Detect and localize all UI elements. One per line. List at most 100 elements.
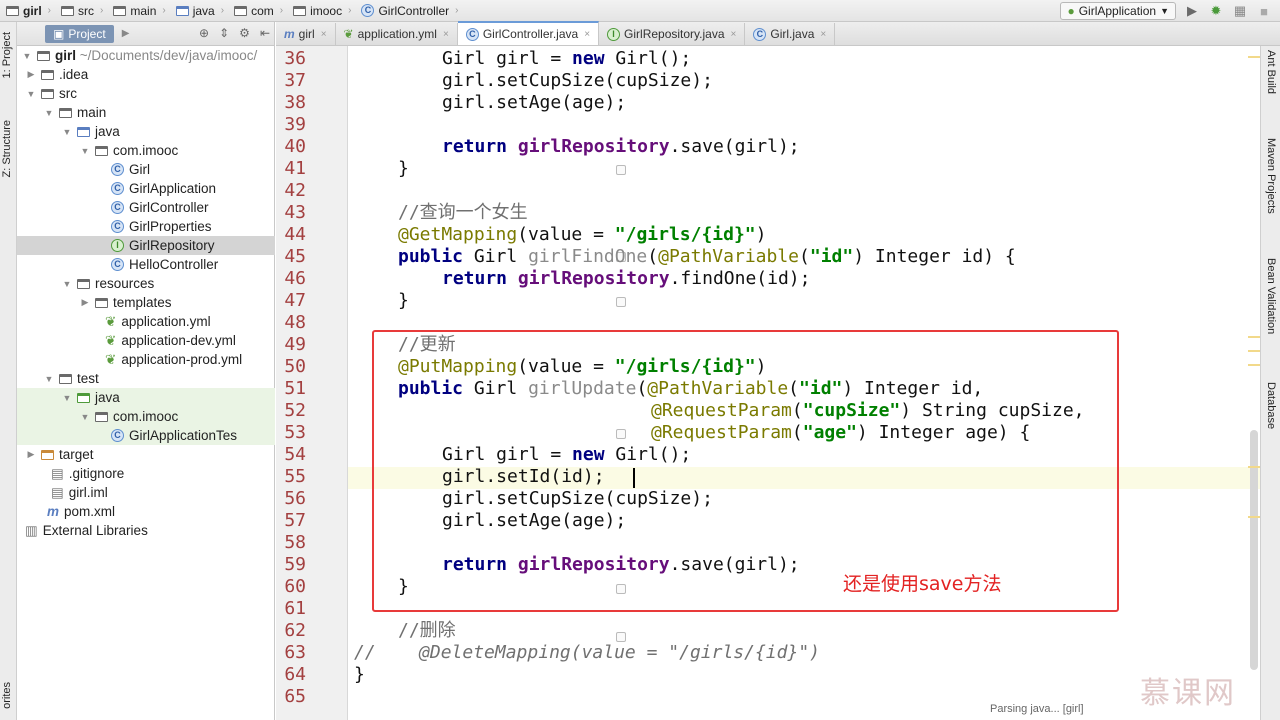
tree-item[interactable]: ▥ External Libraries <box>17 521 275 540</box>
close-icon[interactable]: × <box>731 29 737 40</box>
chevron-right-icon[interactable]: ▶ <box>25 449 37 460</box>
tree-item-label: GirlController <box>129 200 209 215</box>
tree-item[interactable]: ▶ templates <box>17 293 275 312</box>
tree-item[interactable]: C GirlApplication <box>17 179 275 198</box>
tree-item[interactable]: ▤ girl.iml <box>17 483 275 502</box>
breadcrumb-src[interactable]: src › <box>55 0 107 22</box>
project-tools: ⊕ ⇕ ⚙ ⇤ <box>199 26 270 40</box>
tree-item[interactable]: ❦ application-dev.yml <box>17 331 275 350</box>
tree-item[interactable]: C Girl <box>17 160 275 179</box>
tree-item-label: application-prod.yml <box>121 352 243 367</box>
tree-item[interactable]: C GirlProperties <box>17 217 275 236</box>
chevron-down-icon[interactable]: ▼ <box>43 108 55 118</box>
tree-item[interactable]: ▶ target <box>17 445 275 464</box>
tree-item[interactable]: ▼ java <box>17 388 275 407</box>
chevron-down-icon[interactable]: ▼ <box>43 374 55 384</box>
tree-item[interactable]: ▼ com.imooc <box>17 141 275 160</box>
error-stripe-mark[interactable] <box>1248 466 1260 468</box>
tree-item[interactable]: m pom.xml <box>17 502 275 521</box>
close-icon[interactable]: × <box>584 29 590 40</box>
run-toolbar: ● GirlApplication ▼ ▶ ✹ ▦ ■ <box>1060 0 1280 22</box>
breadcrumb-imooc[interactable]: imooc › <box>287 0 355 22</box>
fold-icon[interactable] <box>616 165 626 175</box>
tree-item-label: java <box>95 124 120 139</box>
gear-icon[interactable]: ⚙ <box>239 26 250 40</box>
tree-item[interactable]: ▼ resources <box>17 274 275 293</box>
fold-icon[interactable] <box>616 632 626 642</box>
chevron-down-icon[interactable]: ▼ <box>61 393 73 403</box>
tree-item[interactable]: C GirlController <box>17 198 275 217</box>
tab-girl[interactable]: m girl × <box>276 23 336 45</box>
chevron-down-icon[interactable]: ▼ <box>61 279 73 289</box>
run-icon[interactable]: ▶ <box>1184 3 1200 19</box>
tab-girlcontroller[interactable]: C GirlController.java × <box>457 21 600 45</box>
breadcrumb-java[interactable]: java › <box>170 0 228 22</box>
folder-icon <box>77 126 90 137</box>
tree-root[interactable]: ▼ girl ~/Documents/dev/java/imooc/ <box>17 46 275 65</box>
tree-item[interactable]: ❦ application-prod.yml <box>17 350 275 369</box>
tree-item[interactable]: ▼ src <box>17 84 275 103</box>
error-stripe-mark[interactable] <box>1248 364 1260 366</box>
breadcrumb-girl[interactable]: girl › <box>0 0 55 22</box>
chevron-right-icon[interactable]: ▶ <box>79 297 91 308</box>
tree-item-selected[interactable]: I GirlRepository <box>17 236 275 255</box>
tool-tab-favorites[interactable]: orites <box>1 682 13 709</box>
tab-label: GirlRepository.java <box>624 27 725 41</box>
chevron-down-icon[interactable]: ▼ <box>25 89 37 99</box>
tab-girl-java[interactable]: C Girl.java × <box>745 23 836 45</box>
chevron-right-icon[interactable]: ▶ <box>25 69 37 80</box>
chevron-right-icon[interactable]: ▶ <box>122 28 130 39</box>
tab-girlrepository[interactable]: I GirlRepository.java × <box>599 23 746 45</box>
project-view-button[interactable]: ▣ Project <box>45 24 114 43</box>
line-number: 61 <box>284 598 306 619</box>
stop-icon[interactable]: ■ <box>1256 3 1272 19</box>
tree-item-label: girl.iml <box>68 485 108 500</box>
error-stripe-mark[interactable] <box>1248 336 1260 338</box>
tool-tab-structure[interactable]: Z: Structure <box>1 120 13 177</box>
tree-item[interactable]: ▤ .gitignore <box>17 464 275 483</box>
chevron-down-icon[interactable]: ▼ <box>79 146 91 156</box>
tree-item[interactable]: ▼ java <box>17 122 275 141</box>
tree-item[interactable]: C GirlApplicationTes <box>17 426 275 445</box>
fold-icon[interactable] <box>616 297 626 307</box>
tree-item-label: src <box>59 86 77 101</box>
debug-icon[interactable]: ✹ <box>1208 3 1224 19</box>
yml-icon: ❦ <box>343 27 354 41</box>
hide-icon[interactable]: ⇤ <box>260 26 270 40</box>
breadcrumb-com[interactable]: com › <box>228 0 287 22</box>
tree-item-label: Girl <box>129 162 150 177</box>
tool-tab-maven-projects[interactable]: Maven Projects <box>1265 138 1277 214</box>
tree-item[interactable]: ▶ .idea <box>17 65 275 84</box>
breadcrumb-girlcontroller[interactable]: C GirlController › <box>355 0 462 22</box>
chevron-down-icon[interactable]: ▼ <box>21 51 33 61</box>
close-icon[interactable]: × <box>321 29 327 40</box>
tree-item-label: target <box>59 447 94 462</box>
tool-tab-project[interactable]: 1: Project <box>1 32 13 78</box>
breadcrumb-main[interactable]: main › <box>107 0 169 22</box>
tree-item[interactable]: C HelloController <box>17 255 275 274</box>
folder-icon <box>77 278 90 289</box>
tool-tab-ant-build[interactable]: Ant Build <box>1265 50 1277 94</box>
folder-icon <box>61 5 75 16</box>
code-line-40: return girlRepository.save(girl); <box>442 136 800 157</box>
tool-tab-bean-validation[interactable]: Bean Validation <box>1265 258 1277 334</box>
tool-tab-database[interactable]: Database <box>1265 382 1277 429</box>
close-icon[interactable]: × <box>820 29 826 40</box>
close-icon[interactable]: × <box>443 29 449 40</box>
chevron-down-icon[interactable]: ▼ <box>61 127 73 137</box>
error-stripe-mark[interactable] <box>1248 516 1260 518</box>
run-config-label: GirlApplication <box>1078 4 1157 18</box>
tree-item[interactable]: ▼ test <box>17 369 275 388</box>
split-icon[interactable]: ⇕ <box>219 26 229 40</box>
target-icon[interactable]: ⊕ <box>199 26 209 40</box>
tree-item[interactable]: ▼ main <box>17 103 275 122</box>
coverage-icon[interactable]: ▦ <box>1232 3 1248 19</box>
error-stripe-mark[interactable] <box>1248 56 1260 58</box>
tree-item[interactable]: ▼ com.imooc <box>17 407 275 426</box>
folder-icon <box>113 5 127 16</box>
tree-item[interactable]: ❦ application.yml <box>17 312 275 331</box>
chevron-down-icon[interactable]: ▼ <box>79 412 91 422</box>
tab-application-yml[interactable]: ❦ application.yml × <box>336 23 458 45</box>
run-config-select[interactable]: ● GirlApplication ▼ <box>1060 2 1176 20</box>
error-stripe-mark[interactable] <box>1248 350 1260 352</box>
